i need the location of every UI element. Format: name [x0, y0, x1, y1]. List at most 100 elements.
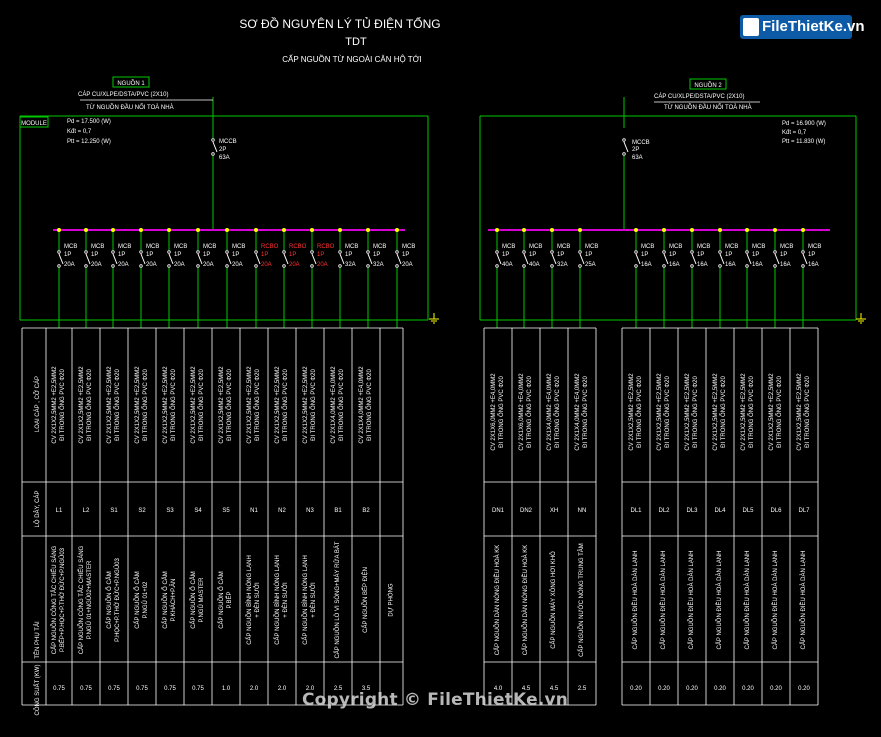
load-name: CẤP NGUỒN ĐIỀU HOÀ DÀN LẠNH	[744, 551, 751, 650]
breaker-amp: 16A	[808, 262, 819, 268]
load-power: 0.75	[192, 686, 204, 692]
cable-conduit: ĐI TRONG ỐNG PVC Φ20	[776, 375, 783, 447]
breaker-type: MCB	[402, 244, 415, 250]
bus-node	[634, 228, 638, 232]
source-1-label: NGUỒN 1	[117, 80, 145, 87]
main-breaker-1-amp: 63A	[219, 155, 230, 161]
circuit-id: XH	[550, 508, 558, 514]
cable-spec: CV 2X1X4,0MM2 +E4,0MM2	[359, 366, 365, 444]
watermark-text: FileThietKe.vn	[762, 18, 865, 35]
breaker-amp: 16A	[752, 262, 763, 268]
cable-spec: CV 2X1X2,5MM2 +E2,5MM2	[163, 366, 169, 444]
cable-conduit: ĐI TRONG ỐNG PVC Φ20	[114, 368, 121, 440]
breaker-type: MCB	[174, 244, 187, 250]
breaker-contact	[579, 253, 585, 265]
breaker-terminal	[338, 250, 342, 254]
breaker-type: MCB	[232, 244, 245, 250]
cable-2-label: CÁP CU/XLPE/DSTA/PVC (2X10)	[654, 93, 744, 100]
cable-spec: CV 2X1X2,5MM2 +E2,5MM2	[769, 373, 775, 451]
branch-breaker	[550, 250, 557, 268]
breaker-terminal	[578, 264, 582, 268]
breaker-terminal	[111, 250, 115, 254]
pd-2: Pd = 16.900 (W)	[782, 121, 826, 127]
bus-node	[745, 228, 749, 232]
load-name: CẤP NGUỒN CÔNG TẮC CHIẾU SÁNG	[77, 545, 85, 654]
cable-spec: CV 2X1X2,5MM2 +E2,5MM2	[741, 373, 747, 451]
bus-node	[310, 228, 314, 232]
circuit-id: L1	[56, 508, 63, 514]
breaker-type: RCBO	[261, 244, 279, 250]
branch-breaker	[522, 250, 529, 268]
breaker-contact	[774, 253, 780, 265]
load-detail: + ĐÈN SƯỞI	[310, 582, 317, 618]
bus-node	[366, 228, 370, 232]
row-header-load: TÊN PHỤ TẢI	[33, 621, 41, 659]
circuit-id: DL4	[714, 508, 726, 514]
breaker-contact	[226, 253, 232, 265]
load-detail: P.HỌC+P.THỜ ĐỨC+P.NGỦ03	[114, 558, 121, 642]
breaker-pole: 1P	[780, 252, 787, 258]
breaker-contact	[691, 253, 697, 265]
cable-spec: CV 2X1X2,5MM2 +E2,5MM2	[191, 366, 197, 444]
branch-breaker	[801, 250, 808, 268]
breaker-pole: 1P	[669, 252, 676, 258]
branch-breaker	[718, 250, 725, 268]
bus-node	[139, 228, 143, 232]
breaker-contact	[85, 253, 91, 265]
breaker-terminal	[395, 264, 399, 268]
breaker-type: MCB	[669, 244, 682, 250]
breaker-terminal	[634, 250, 638, 254]
branch-breaker	[225, 250, 232, 268]
branch-breaker	[366, 250, 373, 268]
branch-breaker	[395, 250, 402, 268]
breaker-pole: 1P	[725, 252, 732, 258]
breaker-contact	[746, 253, 752, 265]
circuit-id: N1	[250, 508, 258, 514]
cable-conduit: ĐI TRONG ỐNG PVC Φ20	[748, 375, 755, 447]
breaker-terminal	[211, 152, 215, 156]
cable-spec: CV 2X1X2,5MM2 +E2,5MM2	[79, 366, 85, 444]
load-name: CẤP NGUỒN BÌNH NÓNG LẠNH	[274, 555, 281, 645]
breaker-type: MCB	[808, 244, 821, 250]
bus-node	[578, 228, 582, 232]
breaker-type: MCB	[146, 244, 159, 250]
breaker-contact	[663, 253, 669, 265]
branch-breaker	[167, 250, 174, 268]
breaker-terminal	[57, 250, 61, 254]
breaker-contact	[140, 253, 146, 265]
cable-spec: CV 2X1X2,5MM2 +E2,5MM2	[657, 373, 663, 451]
circuit-id: DN1	[492, 508, 505, 514]
breaker-terminal	[578, 250, 582, 254]
load-power: 2.0	[278, 686, 287, 692]
breaker-amp: 40A	[502, 262, 513, 268]
cable-1-label: CÁP CU/XLPE/DSTA/PVC (2X10)	[78, 91, 168, 98]
breaker-terminal	[211, 138, 215, 142]
circuit-id: N2	[278, 508, 286, 514]
cable-spec: CV 2X1X6,0MM2 +E4,0MM2	[519, 373, 525, 451]
breaker-terminal	[690, 250, 694, 254]
bus-node	[522, 228, 526, 232]
branch-breaker	[690, 250, 697, 268]
breaker-terminal	[196, 250, 200, 254]
load-detail: P.BẾP	[226, 592, 233, 609]
circuit-id: DN2	[520, 508, 533, 514]
breaker-amp: 16A	[780, 262, 791, 268]
load-name: DỰ PHÒNG	[388, 583, 395, 616]
cable-conduit: ĐI TRONG ỐNG PVC Φ20	[498, 375, 505, 447]
ground-symbol-1	[429, 313, 439, 324]
bus-node	[282, 228, 286, 232]
ground-symbol-2	[856, 313, 866, 324]
breaker-terminal	[395, 250, 399, 254]
breaker-terminal	[622, 152, 626, 156]
breaker-amp: 20A	[174, 262, 185, 268]
breaker-type: RCBO	[289, 244, 307, 250]
cable-spec: CV 2X1X4,0MM2 +E4,0MM2	[547, 373, 553, 451]
load-name: CẤP NGUỒN DÀN NÓNG ĐIỀU HOÀ KK	[522, 545, 529, 656]
breaker-amp: 20A	[91, 262, 102, 268]
breaker-amp: 40A	[529, 262, 540, 268]
cable-conduit: ĐI TRONG ỐNG PVC Φ20	[338, 368, 345, 440]
breaker-amp: 20A	[146, 262, 157, 268]
main-breaker-2-pole: 2P	[632, 147, 639, 153]
breaker-amp: 20A	[402, 262, 413, 268]
circuit-id: DL6	[770, 508, 782, 514]
